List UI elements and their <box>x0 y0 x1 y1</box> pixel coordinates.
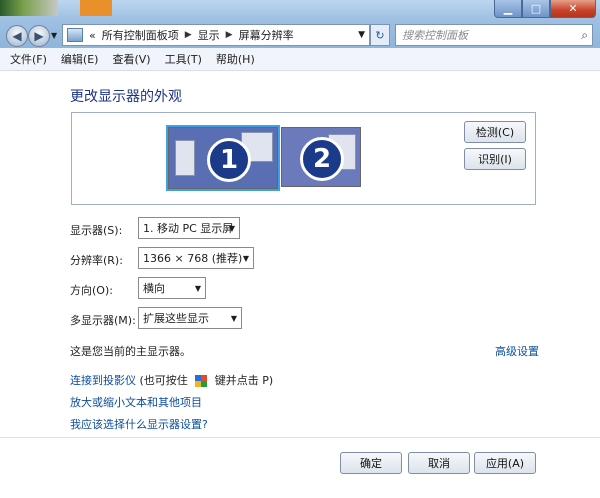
screen-window-thumbnail <box>175 140 195 176</box>
desktop-fragment <box>80 0 112 16</box>
dropdown-arrow-icon: ▼ <box>242 253 249 263</box>
orientation-value: 横向 <box>143 282 165 295</box>
detect-button[interactable]: 检测(C) <box>464 121 526 143</box>
minimize-button[interactable]: ▁ <box>494 0 522 18</box>
back-button[interactable]: ◀ <box>6 25 28 47</box>
breadcrumb-screen-resolution[interactable]: 屏幕分辨率 <box>239 27 294 43</box>
breadcrumb-display[interactable]: 显示 <box>198 27 220 43</box>
content-area: 更改显示器的外观 1 2 检测(C) 识别(I) 显示器(S): 1. 移动 P… <box>0 71 600 498</box>
close-button[interactable]: ✕ <box>550 0 596 18</box>
advanced-settings-link[interactable]: 高级设置 <box>495 343 539 359</box>
window-titlebar: ▁ □ ✕ ◀ ▶ ▼ « 所有控制面板项 ▶ 显示 ▶ 屏幕分辨率 ▼ ↻ 搜… <box>0 0 600 48</box>
connect-projector-link[interactable]: 连接到投影仪 <box>70 374 136 387</box>
projector-hint-prefix: (也可按住 <box>136 374 192 387</box>
menu-bar: 文件(F) 编辑(E) 查看(V) 工具(T) 帮助(H) <box>0 48 600 71</box>
monitor-1[interactable]: 1 <box>168 127 278 189</box>
page-title: 更改显示器的外观 <box>70 89 182 105</box>
menu-file[interactable]: 文件(F) <box>10 51 47 67</box>
back-arrow-icon: ◀ <box>12 29 22 43</box>
address-bar[interactable]: « 所有控制面板项 ▶ 显示 ▶ 屏幕分辨率 ▼ <box>62 24 370 46</box>
orientation-select[interactable]: 横向 ▼ <box>138 277 206 299</box>
windows-logo-icon <box>195 375 208 387</box>
resolution-select[interactable]: 1366 × 768 (推荐) ▼ <box>138 247 254 269</box>
monitor-preview: 1 2 检测(C) 识别(I) <box>71 112 536 205</box>
forward-arrow-icon: ▶ <box>34 29 44 43</box>
refresh-button[interactable]: ↻ <box>370 24 390 46</box>
breadcrumb-separator-icon[interactable]: ▶ <box>185 30 192 40</box>
multi-display-select[interactable]: 扩展这些显示 ▼ <box>138 307 242 329</box>
breadcrumb-all-items[interactable]: 所有控制面板项 <box>102 27 179 43</box>
address-overflow[interactable]: « <box>89 29 96 42</box>
ok-button[interactable]: 确定 <box>340 452 402 474</box>
apply-button[interactable]: 应用(A) <box>474 452 536 474</box>
menu-tools[interactable]: 工具(T) <box>165 51 202 67</box>
menu-view[interactable]: 查看(V) <box>112 51 150 67</box>
footer-divider <box>0 437 600 438</box>
display-label: 显示器(S): <box>70 224 123 237</box>
maximize-button[interactable]: □ <box>522 0 550 18</box>
menu-edit[interactable]: 编辑(E) <box>61 51 99 67</box>
menu-help[interactable]: 帮助(H) <box>216 51 255 67</box>
control-panel-icon <box>67 28 83 42</box>
multi-display-label: 多显示器(M): <box>70 314 136 327</box>
multi-display-value: 扩展这些显示 <box>143 312 209 325</box>
dropdown-arrow-icon: ▼ <box>194 283 201 293</box>
monitor-2[interactable]: 2 <box>281 127 361 187</box>
text-size-link[interactable]: 放大或缩小文本和其他项目 <box>70 394 202 410</box>
dropdown-arrow-icon: ▼ <box>228 223 235 233</box>
monitor-number-badge: 2 <box>300 137 344 181</box>
resolution-value: 1366 × 768 (推荐) <box>143 252 243 265</box>
resolution-label: 分辨率(R): <box>70 254 123 267</box>
projector-hint-suffix: 键并点击 P) <box>211 374 274 387</box>
primary-display-note: 这是您当前的主显示器。 <box>70 345 191 358</box>
search-placeholder: 搜索控制面板 <box>402 29 468 42</box>
monitor-number-badge: 1 <box>207 138 251 182</box>
address-dropdown-icon[interactable]: ▼ <box>358 30 365 40</box>
refresh-icon: ↻ <box>375 28 385 42</box>
search-icon[interactable]: ⌕ <box>581 28 588 43</box>
display-select[interactable]: 1. 移动 PC 显示屏 ▼ <box>138 217 240 239</box>
recent-pages-icon[interactable]: ▼ <box>51 31 57 40</box>
search-box[interactable]: 搜索控制面板 ⌕ <box>395 24 593 46</box>
desktop-fragment <box>0 0 58 16</box>
dropdown-arrow-icon: ▼ <box>230 313 237 323</box>
orientation-label: 方向(O): <box>70 284 113 297</box>
display-settings-help-link[interactable]: 我应该选择什么显示器设置? <box>70 416 208 432</box>
identify-button[interactable]: 识别(I) <box>464 148 526 170</box>
breadcrumb-separator-icon[interactable]: ▶ <box>226 30 233 40</box>
cancel-button[interactable]: 取消 <box>408 452 470 474</box>
window-controls: ▁ □ ✕ <box>494 0 596 18</box>
projector-row: 连接到投影仪 (也可按住 键并点击 P) <box>70 372 273 388</box>
display-value: 1. 移动 PC 显示屏 <box>143 222 234 235</box>
forward-button[interactable]: ▶ <box>28 25 50 47</box>
